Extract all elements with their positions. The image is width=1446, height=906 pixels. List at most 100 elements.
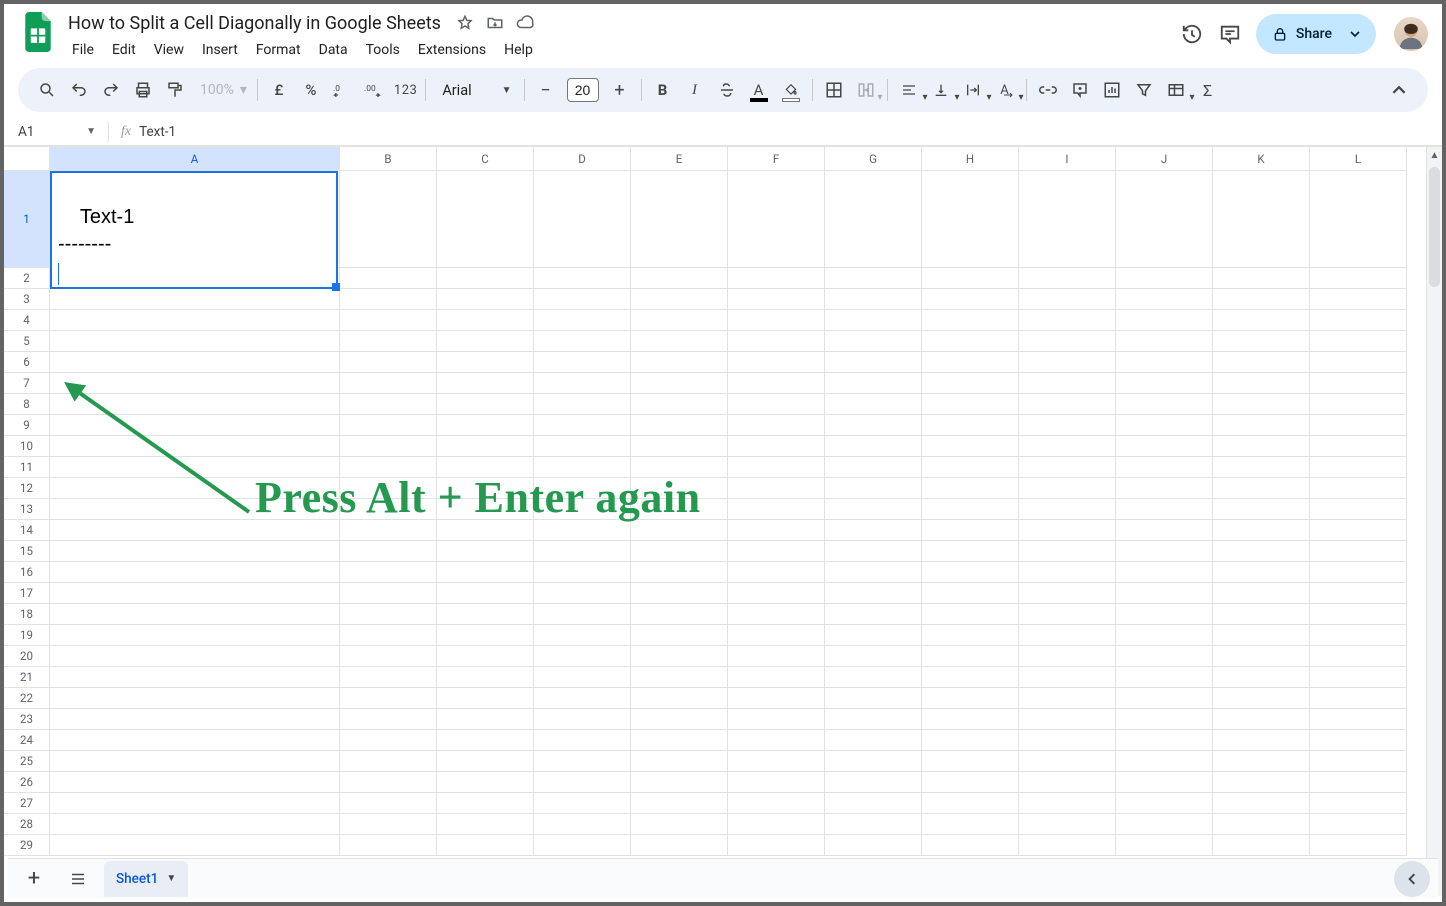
cell[interactable] — [825, 352, 922, 373]
cell[interactable] — [340, 646, 437, 667]
cell[interactable] — [437, 814, 534, 835]
cell[interactable] — [340, 604, 437, 625]
row-header-5[interactable]: 5 — [4, 331, 50, 352]
cell[interactable] — [534, 394, 631, 415]
cell[interactable] — [1310, 751, 1407, 772]
cell[interactable] — [728, 541, 825, 562]
cell[interactable] — [1116, 730, 1213, 751]
cell[interactable] — [631, 730, 728, 751]
menu-tools[interactable]: Tools — [358, 38, 408, 62]
cell[interactable] — [825, 688, 922, 709]
cell[interactable] — [437, 171, 534, 268]
cell[interactable] — [631, 352, 728, 373]
cell[interactable] — [340, 289, 437, 310]
cell[interactable] — [728, 562, 825, 583]
number-format-button[interactable]: 123 — [392, 83, 419, 98]
row-header-10[interactable]: 10 — [4, 436, 50, 457]
cell[interactable] — [1019, 625, 1116, 646]
col-header-C[interactable]: C — [437, 147, 534, 171]
cell[interactable] — [1019, 436, 1116, 457]
cell[interactable] — [437, 793, 534, 814]
insert-chart-icon[interactable] — [1097, 75, 1127, 105]
cell[interactable] — [922, 457, 1019, 478]
doc-title[interactable]: How to Split a Cell Diagonally in Google… — [64, 12, 445, 35]
cell[interactable] — [437, 730, 534, 751]
cell[interactable] — [728, 331, 825, 352]
cell[interactable] — [825, 268, 922, 289]
cell[interactable] — [1213, 499, 1310, 520]
cell[interactable] — [922, 415, 1019, 436]
cell[interactable] — [922, 310, 1019, 331]
row-header-17[interactable]: 17 — [4, 583, 50, 604]
col-header-B[interactable]: B — [340, 147, 437, 171]
cell[interactable] — [728, 835, 825, 856]
cell[interactable] — [437, 562, 534, 583]
cell[interactable] — [728, 352, 825, 373]
cell[interactable] — [728, 772, 825, 793]
cell[interactable] — [1116, 457, 1213, 478]
filter-icon[interactable] — [1129, 75, 1159, 105]
cell[interactable] — [631, 583, 728, 604]
cell[interactable] — [1310, 457, 1407, 478]
row-header-3[interactable]: 3 — [4, 289, 50, 310]
font-size-input[interactable] — [567, 78, 599, 102]
cell[interactable] — [1213, 751, 1310, 772]
cell[interactable] — [340, 667, 437, 688]
cell[interactable] — [728, 751, 825, 772]
cell[interactable] — [631, 562, 728, 583]
cell[interactable] — [922, 268, 1019, 289]
cell[interactable] — [1116, 562, 1213, 583]
cell[interactable] — [50, 520, 340, 541]
cell[interactable] — [1213, 814, 1310, 835]
cell[interactable] — [1116, 541, 1213, 562]
cell[interactable] — [1116, 814, 1213, 835]
row-header-14[interactable]: 14 — [4, 520, 50, 541]
cell[interactable] — [534, 814, 631, 835]
cell[interactable] — [340, 171, 437, 268]
fill-handle[interactable] — [332, 283, 340, 291]
cell[interactable] — [1019, 562, 1116, 583]
cell[interactable] — [437, 541, 534, 562]
formula-input[interactable]: Text-1 — [137, 124, 1442, 140]
cell[interactable] — [340, 709, 437, 730]
cell[interactable] — [1213, 793, 1310, 814]
cell[interactable] — [1213, 268, 1310, 289]
col-header-J[interactable]: J — [1116, 147, 1213, 171]
cell[interactable] — [825, 625, 922, 646]
cell[interactable] — [437, 604, 534, 625]
functions-icon[interactable]: Σ — [1193, 75, 1223, 105]
cell[interactable] — [922, 583, 1019, 604]
cell[interactable] — [728, 499, 825, 520]
cell[interactable] — [50, 331, 340, 352]
cell[interactable] — [1019, 709, 1116, 730]
cell[interactable] — [1019, 688, 1116, 709]
cell[interactable] — [728, 709, 825, 730]
cell[interactable] — [631, 373, 728, 394]
cell[interactable] — [631, 709, 728, 730]
cell[interactable] — [1116, 793, 1213, 814]
star-icon[interactable] — [455, 13, 475, 33]
cell[interactable] — [922, 667, 1019, 688]
currency-icon[interactable]: £ — [264, 75, 294, 105]
cell[interactable] — [1310, 772, 1407, 793]
cell[interactable] — [631, 331, 728, 352]
cell[interactable] — [1019, 171, 1116, 268]
cell[interactable] — [631, 171, 728, 268]
cell[interactable] — [1116, 394, 1213, 415]
cell[interactable] — [534, 793, 631, 814]
cell[interactable] — [1310, 415, 1407, 436]
cell[interactable] — [534, 583, 631, 604]
decrease-font-icon[interactable]: − — [531, 75, 561, 105]
cell[interactable] — [340, 352, 437, 373]
search-menu-icon[interactable] — [32, 75, 62, 105]
cell[interactable] — [437, 289, 534, 310]
cell[interactable] — [631, 646, 728, 667]
cell[interactable] — [728, 457, 825, 478]
cell[interactable] — [1310, 331, 1407, 352]
cloud-status-icon[interactable] — [515, 13, 535, 33]
bold-icon[interactable]: B — [648, 75, 678, 105]
cell[interactable] — [1310, 289, 1407, 310]
redo-icon[interactable] — [96, 75, 126, 105]
col-header-L[interactable]: L — [1310, 147, 1407, 171]
v-align-icon[interactable]: ▾ — [926, 75, 956, 105]
